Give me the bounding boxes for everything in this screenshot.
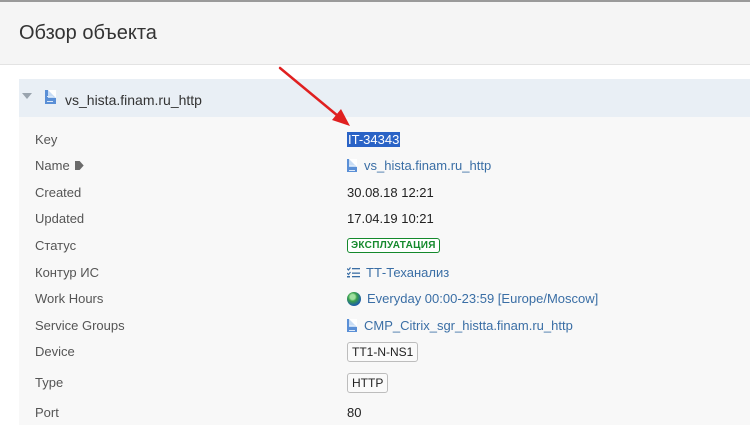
field-label: Work Hours (35, 291, 104, 306)
name-label-text: Name (35, 158, 70, 173)
file-icon (45, 90, 56, 104)
field-row-work-hours: Work Hours Everyday 00:00-23:59 [Europe/… (19, 289, 750, 309)
object-title: vs_hista.finam.ru_http (65, 92, 202, 108)
field-row-service-groups: Service Groups CMP_Citrix_sgr_histta.fin… (19, 316, 750, 336)
name-value[interactable]: vs_hista.finam.ru_http (347, 158, 491, 173)
tag-icon (74, 161, 84, 170)
contour-link[interactable]: ТТ-Теханализ (366, 265, 449, 280)
name-link[interactable]: vs_hista.finam.ru_http (364, 158, 491, 173)
updated-value: 17.04.19 10:21 (347, 211, 434, 226)
type-value: HTTP (347, 373, 389, 393)
selected-key-text[interactable]: IT-34343 (347, 132, 401, 147)
contour-value[interactable]: ТТ-Теханализ (347, 265, 449, 280)
field-label: Updated (35, 211, 85, 226)
collapse-caret-icon[interactable] (22, 93, 32, 99)
work-hours-value[interactable]: Everyday 00:00-23:59 [Europe/Moscow] (347, 291, 598, 306)
field-label: Контур ИС (35, 265, 100, 280)
field-label: Статус (35, 238, 77, 253)
field-row-device: Device TT1-N-NS1 (19, 342, 750, 362)
field-row-updated: Updated 17.04.19 10:21 (19, 209, 750, 229)
field-label: Type (35, 375, 64, 390)
port-value: 80 (347, 405, 362, 420)
object-header[interactable]: vs_hista.finam.ru_http (19, 79, 750, 117)
globe-icon (347, 292, 361, 306)
field-row-created: Created 30.08.18 12:21 (19, 183, 750, 203)
page-header: Обзор объекта (0, 2, 750, 65)
field-row-status: Статус ЭКСПЛУАТАЦИЯ (19, 236, 750, 256)
field-label: Key (35, 132, 58, 147)
field-row-key: Key IT-34343 (19, 130, 750, 150)
key-value[interactable]: IT-34343 (347, 132, 401, 147)
field-row-port: Port 80 (19, 403, 750, 423)
field-label: Device (35, 344, 75, 359)
service-groups-value[interactable]: CMP_Citrix_sgr_histta.finam.ru_http (347, 318, 573, 333)
file-icon (347, 319, 357, 332)
field-row-contour: Контур ИС ТТ-Теханализ (19, 263, 750, 283)
status-badge: ЭКСПЛУАТАЦИЯ (347, 238, 440, 253)
file-icon (347, 159, 357, 172)
field-label: Name (35, 158, 84, 173)
field-label: Created (35, 185, 82, 200)
created-value: 30.08.18 12:21 (347, 185, 434, 200)
service-group-link[interactable]: CMP_Citrix_sgr_histta.finam.ru_http (364, 318, 573, 333)
checklist-icon (347, 267, 360, 278)
device-value: TT1-N-NS1 (347, 342, 419, 362)
page-title: Обзор объекта (19, 22, 157, 44)
type-badge: HTTP (347, 373, 389, 393)
field-row-type: Type HTTP (19, 373, 750, 393)
work-hours-link[interactable]: Everyday 00:00-23:59 [Europe/Moscow] (367, 291, 598, 306)
status-value: ЭКСПЛУАТАЦИЯ (347, 236, 440, 253)
field-label: Service Groups (35, 318, 125, 333)
device-badge: TT1-N-NS1 (347, 342, 419, 362)
field-label: Port (35, 405, 59, 420)
field-row-name: Name vs_hista.finam.ru_http (19, 156, 750, 176)
object-panel: vs_hista.finam.ru_http Key IT-34343 Name… (19, 79, 750, 425)
